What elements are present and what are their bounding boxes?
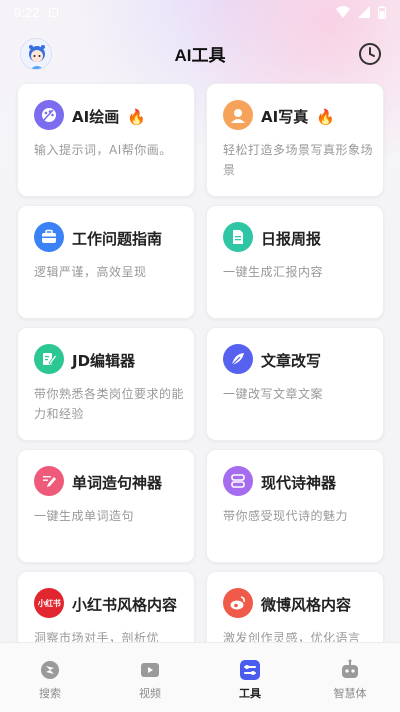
tab-label: 工具 — [239, 687, 261, 700]
card-description: 带你感受现代诗的魅力 — [223, 509, 349, 523]
card-description: 轻松打造多场景写真形象场景 — [223, 143, 374, 177]
tool-card-jd-editor[interactable]: JD编辑器 带你熟悉各类岗位要求的能力和经验 — [17, 327, 195, 441]
card-title: 日报周报 — [261, 230, 322, 248]
tool-card-modern-poetry[interactable]: 现代诗神器 带你感受现代诗的魅力 — [206, 449, 384, 563]
tab-tools[interactable]: 工具 — [200, 643, 300, 712]
tab-search[interactable]: 搜索 — [0, 643, 100, 712]
card-title: 微博风格内容 — [261, 596, 352, 614]
card-description: 一键生成汇报内容 — [223, 265, 324, 279]
card-title: AI写真 — [261, 108, 309, 126]
fire-icon: 🔥 — [316, 108, 335, 126]
tools-tab-icon — [240, 660, 260, 680]
card-description: 一键改写文章文案 — [223, 387, 324, 401]
tab-video[interactable]: 视频 — [100, 643, 200, 712]
robot-tab-icon — [342, 659, 358, 678]
pencil-icon — [34, 466, 64, 496]
xiaohongshu-logo-text: 小红书 — [37, 598, 61, 608]
battery-icon — [378, 5, 386, 19]
edit-icon — [34, 344, 64, 374]
tab-label: 智慧体 — [333, 687, 367, 700]
feather-icon — [223, 344, 253, 374]
card-title: 工作问题指南 — [72, 230, 163, 248]
video-tab-icon — [141, 663, 159, 677]
tool-card-word-sentence[interactable]: 单词造句神器 一键生成单词造句 — [17, 449, 195, 563]
fire-icon: 🔥 — [127, 108, 146, 126]
header: AI工具 — [0, 30, 400, 76]
card-title: JD编辑器 — [72, 352, 136, 370]
palette-icon — [34, 100, 64, 130]
history-clock-icon[interactable] — [358, 42, 382, 66]
status-bar: 9:22 — [0, 0, 400, 24]
xiaohongshu-icon: 小红书 — [34, 588, 64, 618]
wifi-icon — [336, 6, 350, 18]
card-description: 逻辑严谨，高效呈现 — [34, 265, 147, 279]
briefcase-icon — [34, 222, 64, 252]
card-description: 输入提示词，AI帮你画。 — [34, 143, 172, 157]
card-title: 单词造句神器 — [72, 474, 163, 492]
weibo-icon — [223, 588, 253, 618]
search-tab-icon — [41, 661, 59, 679]
bottom-tab-bar: 搜索 视频 工具 智慧体 — [0, 642, 400, 712]
tool-card-ai-painting[interactable]: AI绘画 🔥 输入提示词，AI帮你画。 — [17, 83, 195, 197]
signal-icon — [358, 6, 370, 18]
tool-card-daily-weekly-report[interactable]: 日报周报 一键生成汇报内容 — [206, 205, 384, 319]
tool-card-work-guide[interactable]: 工作问题指南 逻辑严谨，高效呈现 — [17, 205, 195, 319]
notification-icon — [49, 7, 59, 17]
tool-card-ai-portrait[interactable]: AI写真 🔥 轻松打造多场景写真形象场景 — [206, 83, 384, 197]
card-description: 一键生成单词造句 — [34, 509, 135, 523]
card-description: 带你熟悉各类岗位要求的能力和经验 — [34, 387, 185, 421]
poem-icon — [223, 466, 253, 496]
card-title: 小红书风格内容 — [72, 596, 178, 614]
card-title: AI绘画 — [72, 108, 120, 126]
tab-agents[interactable]: 智慧体 — [300, 643, 400, 712]
portrait-icon — [223, 100, 253, 130]
document-icon — [223, 222, 253, 252]
page-title: AI工具 — [174, 45, 226, 65]
tool-card-article-rewrite[interactable]: 文章改写 一键改写文章文案 — [206, 327, 384, 441]
card-title: 文章改写 — [261, 352, 322, 370]
card-title: 现代诗神器 — [261, 474, 337, 492]
tab-label: 视频 — [139, 687, 161, 700]
status-time: 9:22 — [14, 4, 40, 20]
tab-label: 搜索 — [39, 687, 61, 700]
